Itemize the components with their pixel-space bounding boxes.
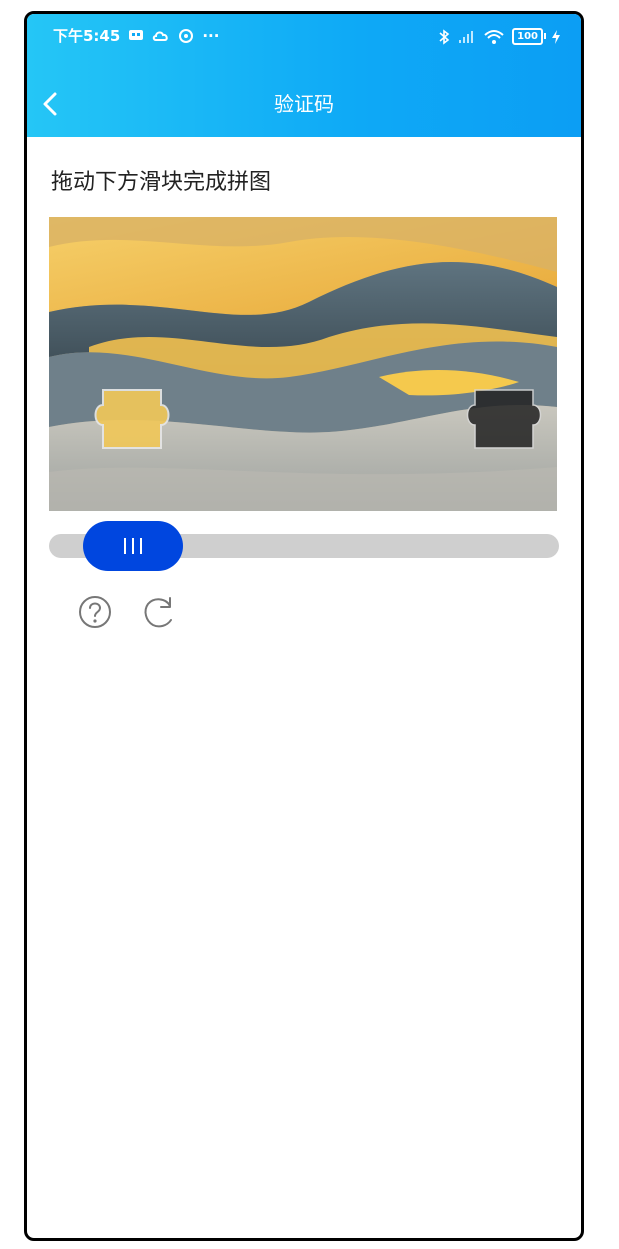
dune-image [49,217,557,511]
status-bar: 下午5:45 ··· 100 [27,14,581,60]
battery-indicator: 100 [512,28,546,45]
message-icon [129,30,144,40]
navigation-bar: 验证码 [27,74,581,134]
cloud-icon [153,31,169,41]
captcha-actions [75,592,179,632]
status-overflow: ··· [202,27,220,45]
captcha-instruction: 拖动下方滑块完成拼图 [51,170,272,195]
status-right: 100 [438,28,561,45]
puzzle-image [49,217,557,511]
signal-icon [459,30,474,43]
charging-icon [552,29,560,44]
grip-line [132,538,134,554]
refresh-icon[interactable] [139,592,179,632]
phone-frame: 下午5:45 ··· 100 验证码 拖动下方滑块完成拼图 [24,11,584,1241]
grip-line [124,538,126,554]
puzzle-piece [94,389,170,449]
slider-handle[interactable] [83,521,183,571]
top-bar: 下午5:45 ··· 100 验证码 [27,14,581,137]
puzzle-target-slot [466,389,542,449]
grip-line [140,538,142,554]
status-left: 下午5:45 ··· [53,28,219,44]
wifi-icon [484,29,504,44]
help-icon[interactable] [75,592,115,632]
status-time: 下午5:45 [53,27,121,45]
page-title: 验证码 [274,92,334,116]
bluetooth-icon [439,28,450,45]
location-icon [179,29,194,43]
